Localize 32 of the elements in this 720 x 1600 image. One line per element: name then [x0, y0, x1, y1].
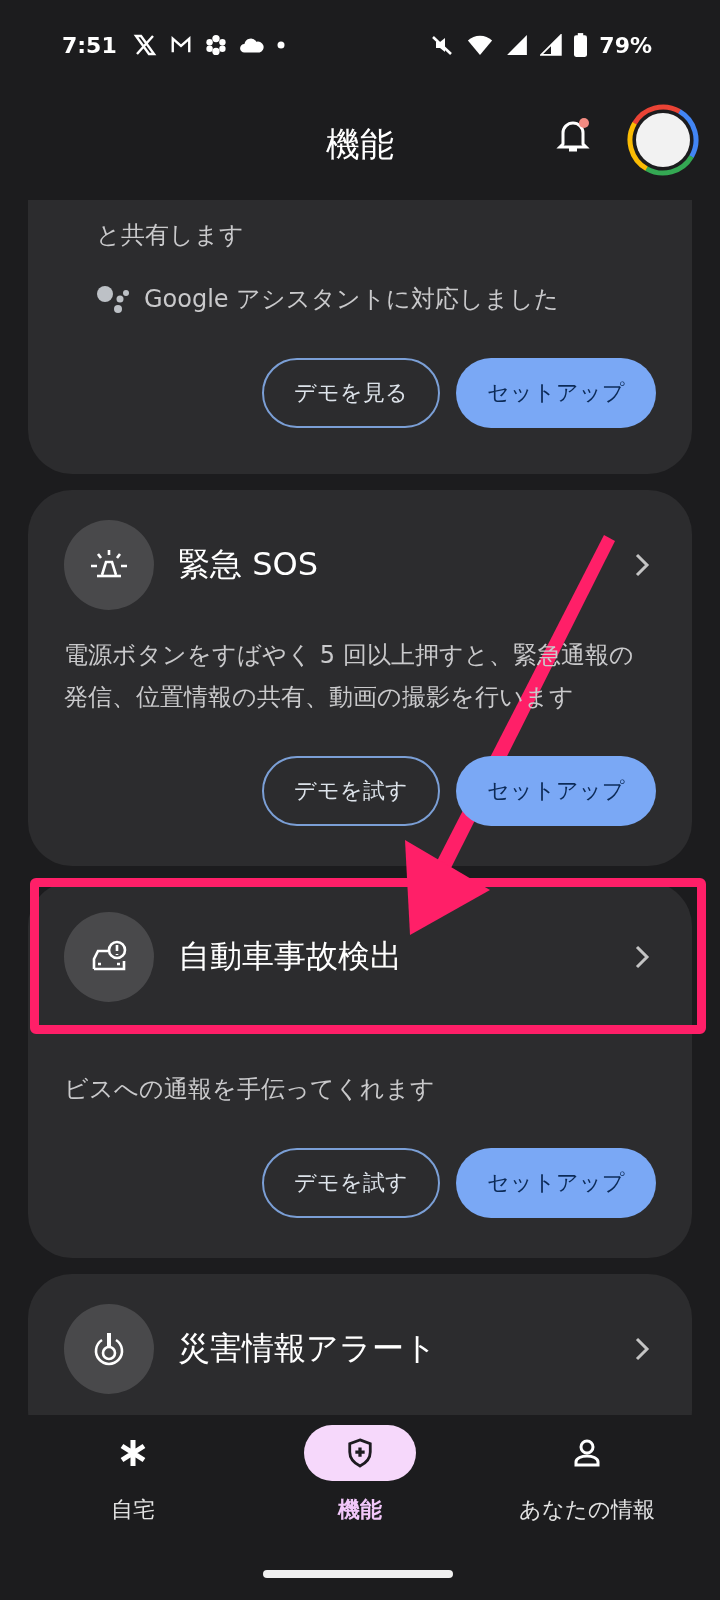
- battery-level: 79%: [599, 32, 652, 58]
- card-description: と共有します: [95, 220, 245, 251]
- setup-button[interactable]: セットアップ: [456, 358, 656, 428]
- demo-button[interactable]: デモを試す: [262, 1148, 440, 1218]
- chevron-right-icon[interactable]: [634, 944, 650, 970]
- shield-plus-icon: [346, 1438, 374, 1468]
- demo-button[interactable]: デモを試す: [262, 756, 440, 826]
- battery-icon: [574, 33, 588, 57]
- status-time: 7:51: [62, 32, 117, 58]
- setup-button[interactable]: セットアップ: [456, 1148, 656, 1218]
- nav-tab[interactable]: 機能: [260, 1423, 460, 1600]
- x-logo-icon: [132, 33, 157, 57]
- feature-title: 自動車事故検出: [178, 936, 403, 977]
- setup-button[interactable]: セットアップ: [456, 756, 656, 826]
- card-description: ビスへの通報を手伝ってくれます: [64, 1074, 436, 1105]
- signal-icon: [506, 34, 529, 56]
- flower-icon: [204, 34, 227, 56]
- chevron-right-icon[interactable]: [634, 1336, 650, 1362]
- dot-icon: [276, 41, 285, 49]
- page-title: 機能: [326, 123, 394, 166]
- cloud-icon: [238, 36, 265, 54]
- nav-tab[interactable]: あなたの情報: [486, 1423, 687, 1600]
- chevron-right-icon[interactable]: [634, 552, 650, 578]
- signal-icon: [540, 34, 563, 56]
- nav-tab[interactable]: 自宅: [33, 1423, 234, 1600]
- assistant-icon: [96, 284, 130, 314]
- feature-title: 災害情報アラート: [178, 1328, 438, 1369]
- avatar[interactable]: [627, 104, 699, 176]
- assistant-note: Google アシスタントに対応しました: [144, 284, 560, 315]
- demo-button[interactable]: デモを見る: [262, 358, 440, 428]
- feature-title: 緊急 SOS: [178, 544, 319, 585]
- wifi-icon: [466, 34, 495, 56]
